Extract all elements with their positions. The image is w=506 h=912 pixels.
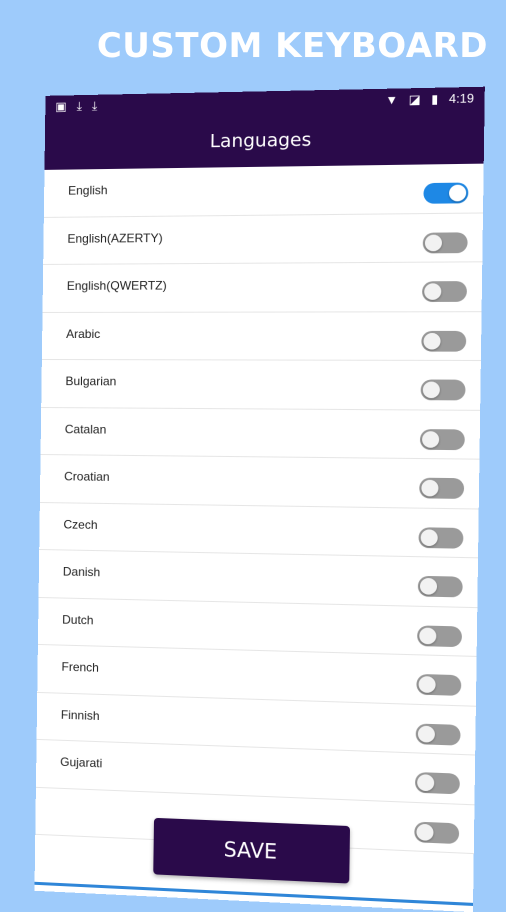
toggle-thumb [417, 725, 436, 743]
toggle-thumb [419, 626, 437, 644]
toggle-thumb [419, 577, 438, 595]
toggle-thumb [421, 430, 440, 448]
language-toggle[interactable] [418, 526, 464, 549]
language-toggle[interactable] [422, 231, 468, 253]
language-label: Finnish [60, 707, 100, 723]
toggle-thumb [417, 774, 435, 792]
language-row[interactable]: English(QWERTZ) [42, 262, 483, 313]
status-right: ▼ ◪ ▮ 4:19 [385, 91, 474, 107]
language-toggle[interactable] [420, 379, 466, 401]
language-label: Gujarati [60, 754, 103, 771]
language-toggle[interactable] [421, 281, 468, 302]
language-label: Czech [63, 516, 98, 532]
phone-frame: ▣ ⤓ ⤓ ▼ ◪ ▮ 4:19 Languages English Englis… [34, 86, 485, 912]
language-list: English English(AZERTY) English(QWERTZ) Ara… [35, 163, 484, 855]
status-left: ▣ ⤓ ⤓ [55, 98, 98, 114]
image-icon: ▣ [55, 99, 67, 114]
language-toggle[interactable] [417, 624, 463, 647]
language-row[interactable]: Czech [39, 502, 479, 559]
wifi-icon: ▼ [385, 92, 399, 108]
language-toggle[interactable] [419, 477, 465, 499]
download-icon: ⤓ [91, 98, 98, 113]
toolbar: Languages [44, 109, 485, 170]
language-label: Arabic [66, 326, 101, 341]
language-row[interactable]: English [43, 163, 484, 218]
language-label: English [68, 183, 108, 198]
toggle-thumb [423, 332, 441, 350]
language-row[interactable]: English(AZERTY) [43, 212, 484, 265]
status-time: 4:19 [448, 91, 475, 107]
language-label: English(QWERTZ) [66, 278, 167, 293]
language-toggle[interactable] [419, 428, 465, 450]
save-button[interactable]: SAVE [152, 817, 350, 884]
language-toggle[interactable] [417, 575, 463, 598]
language-toggle[interactable] [421, 330, 467, 352]
language-label: Croatian [64, 469, 110, 484]
signal-icon: ◪ [408, 92, 421, 107]
language-label: English(AZERTY) [67, 230, 163, 246]
language-toggle[interactable] [415, 722, 461, 746]
language-toggle[interactable] [416, 673, 462, 696]
language-row[interactable]: Croatian [39, 455, 480, 510]
language-toggle[interactable] [423, 182, 469, 204]
language-row[interactable]: Bulgarian [41, 359, 481, 411]
language-row[interactable]: Arabic [41, 311, 482, 362]
language-label: Catalan [64, 421, 107, 437]
page-title: Languages [209, 128, 312, 152]
language-label: Bulgarian [65, 374, 117, 389]
language-label: Dutch [62, 612, 94, 627]
toggle-thumb [418, 676, 436, 694]
toggle-thumb [424, 234, 443, 251]
language-label: Danish [62, 564, 101, 580]
language-row[interactable]: Catalan [40, 407, 481, 460]
app-screen: ▣ ⤓ ⤓ ▼ ◪ ▮ 4:19 Languages English Englis… [34, 86, 485, 912]
promo-title: CUSTOM KEYBOARD [96, 26, 488, 66]
download-icon: ⤓ [76, 99, 83, 114]
battery-icon: ▮ [431, 91, 439, 107]
language-toggle[interactable] [414, 771, 460, 795]
toggle-thumb [420, 528, 438, 546]
language-label: French [61, 659, 100, 675]
